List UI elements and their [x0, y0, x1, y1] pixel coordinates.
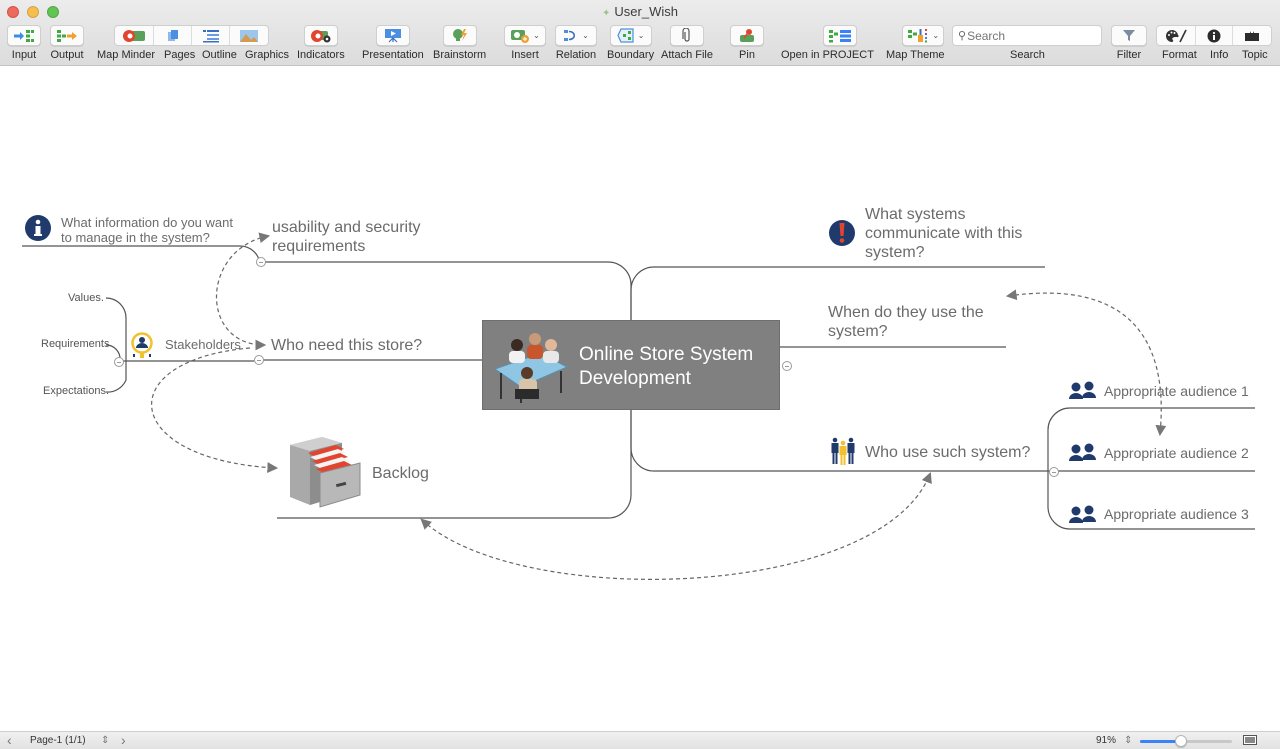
collapse-usability[interactable]: [256, 257, 266, 267]
when-use-line-2: system?: [828, 323, 888, 340]
topic-audience-2[interactable]: Appropriate audience 2: [1104, 445, 1249, 461]
audience-icon: [1069, 443, 1096, 461]
what-systems-line-3: system?: [865, 244, 925, 261]
usability-line-2: requirements: [272, 238, 366, 255]
app-window: ✦ User_Wish Input Output Map Minder Page…: [0, 0, 1280, 749]
topic-when-use[interactable]: When do they use the system?: [828, 303, 984, 341]
topic-info-question[interactable]: What information do you want to manage i…: [61, 215, 233, 245]
meeting-table-icon: [493, 333, 569, 403]
topic-who-need[interactable]: Who need this store?: [271, 336, 422, 355]
what-systems-line-1: What systems: [865, 206, 966, 223]
topic-who-use[interactable]: Who use such system?: [865, 443, 1030, 462]
page-indicator: Page-1 (1/1): [30, 735, 86, 746]
status-bar: ‹ Page-1 (1/1) ⇕ › 91% ⇕: [0, 731, 1280, 749]
info-icon: [25, 215, 51, 241]
branch-info-question: [22, 245, 261, 265]
zoom-level: 91%: [1096, 735, 1117, 746]
relation-usability-who-need: [215, 232, 271, 351]
topic-what-systems[interactable]: What systems communicate with this syste…: [865, 205, 1022, 262]
next-page-icon[interactable]: ›: [121, 732, 126, 748]
zoom-stepper-icon[interactable]: ⇕: [1124, 735, 1132, 746]
topic-audience-1[interactable]: Appropriate audience 1: [1104, 383, 1249, 399]
zoom-slider[interactable]: [1140, 735, 1232, 747]
info-question-line-2: to manage in the system?: [61, 230, 210, 245]
central-line-2: Development: [579, 368, 691, 389]
zoom-slider-knob[interactable]: [1175, 735, 1188, 747]
page-stepper-icon[interactable]: ⇕: [101, 735, 109, 746]
collapse-stakeholders[interactable]: [114, 357, 124, 367]
audience-icon: [1069, 505, 1096, 523]
topic-backlog[interactable]: Backlog: [372, 464, 429, 483]
mindmap-canvas[interactable]: Online Store System Development What inf…: [0, 67, 1280, 731]
when-use-line-1: When do they use the: [828, 304, 984, 321]
topic-stakeholders[interactable]: Stakeholders: [165, 337, 241, 352]
relation-backlog-who-use: [420, 471, 932, 580]
branch-audience-1: [1047, 407, 1255, 471]
topic-expectations[interactable]: Expectations.: [43, 385, 109, 398]
prev-page-icon[interactable]: ‹: [7, 732, 12, 748]
topic-requirements[interactable]: Requirements: [41, 338, 109, 351]
info-question-line-1: What information do you want: [61, 215, 233, 230]
topic-audience-3[interactable]: Appropriate audience 3: [1104, 506, 1249, 522]
stakeholder-icon: [131, 332, 153, 358]
fit-page-icon[interactable]: [1243, 735, 1257, 748]
relation-stakeholders-backlog: [151, 347, 279, 473]
audience-icon: [1069, 381, 1096, 399]
central-line-1: Online Store System: [579, 344, 754, 365]
collapse-who-use[interactable]: [1049, 467, 1059, 477]
file-cabinet-icon: [290, 437, 361, 508]
relation-when-audience: [1005, 289, 1167, 437]
collapse-who-need[interactable]: [254, 355, 264, 365]
branch-usability: [263, 261, 632, 320]
central-topic[interactable]: Online Store System Development: [482, 320, 780, 410]
what-systems-line-2: communicate with this: [865, 225, 1023, 242]
usability-line-1: usability and security: [272, 219, 421, 236]
exclamation-icon: [829, 220, 855, 246]
people-group-icon: [831, 437, 855, 465]
topic-usability[interactable]: usability and security requirements: [272, 218, 421, 256]
central-topic-text: Online Store System Development: [579, 343, 753, 391]
collapse-central-right[interactable]: [782, 361, 792, 371]
topic-values[interactable]: Values.: [68, 292, 104, 305]
